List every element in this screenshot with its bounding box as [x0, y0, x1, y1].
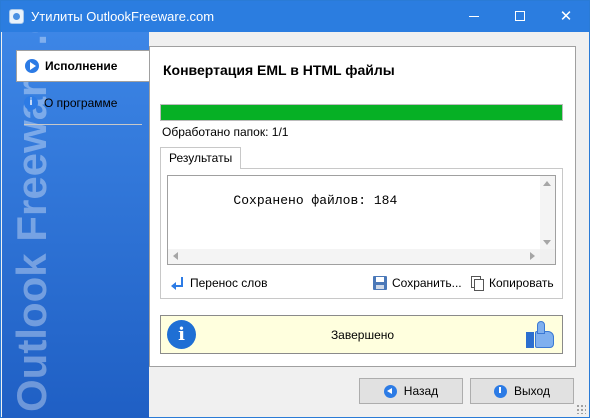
tab-results[interactable]: Результаты [160, 147, 242, 169]
sidebar-divider [24, 124, 142, 125]
close-button[interactable]: ✕ [543, 1, 589, 32]
copy-icon [470, 276, 484, 291]
scroll-left-icon[interactable] [173, 252, 178, 260]
info-icon [24, 96, 38, 110]
save-button[interactable]: Сохранить... [373, 274, 462, 292]
app-window: Утилиты OutlookFreeware.com ✕ Outlook Fr… [0, 0, 590, 418]
page-title: Конвертация EML в HTML файлы [163, 62, 395, 78]
horizontal-scrollbar[interactable] [168, 249, 540, 264]
status-message: Завершено [330, 328, 395, 342]
exit-label: Выход [514, 384, 550, 398]
sidebar-item-label: О программе [44, 96, 118, 110]
resize-grip[interactable] [576, 404, 586, 414]
main-panel: Конвертация EML в HTML файлы Обработано … [149, 46, 576, 367]
progress-bar [160, 104, 563, 121]
status-banner: i Завершено [160, 315, 563, 354]
word-wrap-icon [171, 276, 185, 290]
progress-label: Обработано папок: 1/1 [162, 125, 289, 139]
power-icon [494, 384, 508, 398]
scroll-up-icon[interactable] [543, 181, 551, 186]
sidebar-item-about[interactable]: О программе [16, 87, 149, 119]
scrollbar-corner [540, 249, 555, 264]
save-label: Сохранить... [392, 276, 462, 290]
scroll-down-icon[interactable] [543, 240, 551, 245]
copy-label: Копировать [489, 276, 554, 290]
app-icon [9, 9, 24, 24]
exit-button[interactable]: Выход [470, 378, 574, 404]
progress-fill [161, 105, 562, 120]
copy-button[interactable]: Копировать [470, 274, 554, 292]
thumbs-up-thumb [537, 321, 545, 334]
close-icon: ✕ [559, 8, 573, 25]
word-wrap-button[interactable]: Перенос слов [171, 274, 267, 292]
maximize-button[interactable] [497, 1, 543, 32]
word-wrap-label: Перенос слов [190, 276, 268, 290]
results-text: Сохранено файлов: 184 [233, 193, 398, 208]
window-title: Утилиты OutlookFreeware.com [31, 9, 215, 24]
maximize-icon [515, 11, 525, 21]
results-textarea[interactable]: Сохранено файлов: 184 [167, 175, 556, 265]
thumbs-up-cuff [526, 332, 534, 348]
play-icon [25, 59, 39, 73]
results-tab-panel: Сохранено файлов: 184 Перенос слов Сохра… [160, 168, 563, 299]
minimize-icon [469, 16, 479, 17]
sidebar-item-label: Исполнение [45, 59, 118, 73]
back-label: Назад [403, 384, 439, 398]
title-bar[interactable]: Утилиты OutlookFreeware.com ✕ [1, 1, 589, 32]
vertical-scrollbar[interactable] [540, 176, 555, 250]
scroll-right-icon[interactable] [530, 252, 535, 260]
sidebar-item-execution[interactable]: Исполнение [16, 50, 149, 82]
save-icon [373, 276, 387, 290]
back-button[interactable]: Назад [359, 378, 463, 404]
sidebar: Outlook Freeware .com Исполнение О прогр… [2, 32, 149, 418]
back-icon [383, 384, 397, 398]
thumbs-up-icon [526, 320, 556, 349]
minimize-button[interactable] [451, 1, 497, 32]
